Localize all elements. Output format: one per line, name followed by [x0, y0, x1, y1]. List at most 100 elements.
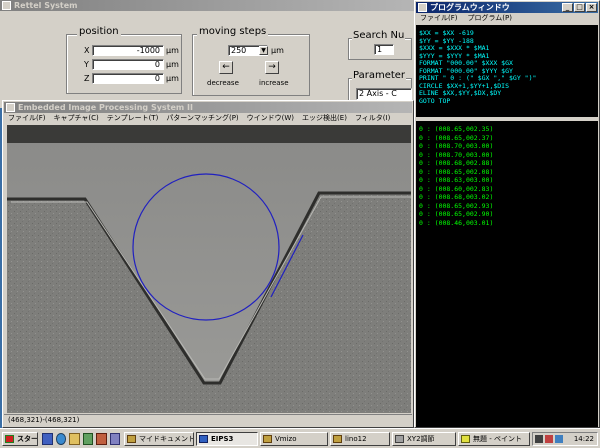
output-line: 0 : (008.65,002.37)	[419, 133, 494, 142]
position-group-title: position	[77, 26, 121, 37]
axis-x-label: X	[84, 46, 90, 55]
paint-icon	[461, 435, 470, 443]
image-window: Embedded Image Processing System II ファイル…	[2, 100, 414, 428]
image-window-titlebar[interactable]: Embedded Image Processing System II	[4, 102, 412, 113]
axis-z-field[interactable]: 0	[92, 73, 164, 84]
output-line: 0 : (008.65,002.90)	[419, 210, 494, 218]
program-output-pane[interactable]: 0 : (008.65,002.35) 0 : (008.65,002.37) …	[416, 121, 598, 427]
browser-icon[interactable]	[55, 433, 66, 445]
menu-filter[interactable]: フィルタ(I)	[355, 113, 390, 124]
program-window-title: プログラムウィンドウ	[430, 3, 510, 12]
axis-z-unit: μm	[166, 74, 179, 83]
code-line: $YYY = $YYY * $MA1	[419, 52, 490, 60]
menu-program[interactable]: プログラム(P)	[468, 13, 512, 24]
output-line: 0 : (008.46,003.01)	[419, 218, 494, 227]
tray-icon[interactable]	[545, 435, 553, 443]
main-window: Rettel System position X -1000 μm Y 0 μm…	[0, 0, 414, 108]
decrease-label: decrease	[207, 79, 239, 87]
tray-icon[interactable]	[535, 435, 543, 443]
code-line: $XXX = $XXX * $MA1	[419, 45, 490, 52]
menu-pattern-matching[interactable]: パターンマッチング(P)	[166, 113, 238, 124]
close-button[interactable]: ×	[586, 3, 597, 12]
clock[interactable]: 14:22	[574, 434, 594, 444]
media-icon[interactable]	[82, 433, 93, 445]
program-window-icon	[418, 3, 427, 12]
image-dark-top	[7, 125, 411, 143]
search-number-select[interactable]: 1	[374, 44, 394, 55]
step-unit: μm	[271, 46, 284, 55]
task-my-documents[interactable]: マイドキュメント	[124, 432, 194, 446]
axis-y-field[interactable]: 0	[92, 59, 164, 70]
task-lino12[interactable]: lino12	[330, 432, 390, 446]
code-line: FORMAT "000.00" $YYY $GY	[419, 67, 513, 75]
menu-file[interactable]: ファイル(F)	[8, 113, 46, 124]
app-shortcut-icon[interactable]	[109, 433, 120, 445]
step-select-dropdown[interactable]: ▼	[259, 46, 268, 55]
program-code-pane[interactable]: $XX = $XX -619 $YY = $YY -188 $XXX = $XX…	[416, 25, 598, 117]
menu-window[interactable]: ウインドウ(W)	[247, 113, 294, 124]
output-line: 0 : (008.65,002.08)	[419, 167, 494, 176]
task-eips3[interactable]: EIPS3	[196, 432, 258, 446]
code-line: FORMAT "000.00" $XXX $GX	[419, 60, 513, 67]
code-line: PRINT " 0 : (" $GX "," $GY ")"	[419, 75, 537, 82]
windows-logo-icon	[5, 435, 14, 443]
parameter-select[interactable]: 2 Axis - C	[356, 88, 412, 100]
camera-image[interactable]	[7, 125, 411, 413]
cursor-coordinates: (468,321)-(468,321)	[8, 416, 80, 424]
image-statusbar: (468,321)-(468,321)	[4, 414, 412, 426]
axis-x-field[interactable]: -1000	[92, 45, 164, 56]
app-window-icon	[395, 435, 404, 443]
menu-template[interactable]: テンプレート(T)	[107, 113, 159, 124]
axis-x-unit: μm	[166, 46, 179, 55]
image-window-icon	[6, 103, 15, 112]
start-button[interactable]: スタート	[2, 432, 38, 446]
increase-button[interactable]: →	[265, 61, 279, 74]
taskbar: スタート マイドキュメント EIPS3 Vmizo lino12 XY2調節 無…	[0, 428, 600, 448]
decrease-button[interactable]: ←	[219, 61, 233, 74]
app-icon	[2, 1, 11, 10]
output-line: 0 : (008.65,002.93)	[419, 201, 494, 210]
quick-launch	[42, 433, 120, 445]
main-window-titlebar[interactable]: Rettel System	[0, 0, 414, 11]
increase-label: increase	[259, 79, 289, 87]
app-shortcut-icon[interactable]	[96, 433, 107, 445]
code-line: $YY = $YY -188	[419, 37, 474, 45]
output-line: 0 : (008.60,002.83)	[419, 184, 494, 193]
menu-file[interactable]: ファイル(F)	[420, 13, 458, 24]
menu-edge-detection[interactable]: エッジ検出(E)	[302, 113, 347, 124]
axis-y-unit: μm	[166, 60, 179, 69]
output-line: 0 : (008.68,002.88)	[419, 159, 494, 167]
axis-y-label: Y	[84, 60, 89, 69]
folder-icon	[127, 435, 136, 443]
app-window-icon	[199, 435, 208, 443]
parameter-group-title: Parameter	[352, 70, 407, 81]
main-window-title: Rettel System	[14, 1, 78, 10]
folder-icon	[263, 435, 272, 443]
moving-steps-title: moving steps	[197, 26, 269, 37]
code-line: $XX = $XX -619	[419, 30, 474, 37]
task-xy2[interactable]: XY2調節	[392, 432, 456, 446]
program-menubar: ファイル(F) プログラム(P)	[416, 13, 598, 24]
show-desktop-icon[interactable]	[42, 433, 53, 445]
task-paint[interactable]: 無題 - ペイント	[458, 432, 530, 446]
image-menubar: ファイル(F) キャプチャ(C) テンプレート(T) パターンマッチング(P) …	[4, 113, 412, 124]
axis-z-label: Z	[84, 74, 90, 83]
folder-icon	[333, 435, 342, 443]
program-window: プログラムウィンドウ _ □ × ファイル(F) プログラム(P) $XX = …	[414, 0, 600, 428]
maximize-button[interactable]: □	[574, 3, 585, 12]
output-line: 0 : (008.70,003.00)	[419, 150, 494, 159]
mail-icon[interactable]	[69, 433, 80, 445]
output-line: 0 : (008.63,003.00)	[419, 176, 494, 184]
minimize-button[interactable]: _	[562, 3, 573, 12]
code-line: ELINE $XX,$YY,$DX,$DY	[419, 90, 502, 97]
menu-capture[interactable]: キャプチャ(C)	[54, 113, 99, 124]
code-line: CIRCLE $XX+1,$YY+1,$DIS	[419, 82, 510, 90]
output-line: 0 : (008.68,003.02)	[419, 193, 494, 201]
tray-icon[interactable]	[555, 435, 563, 443]
system-tray: 14:22	[532, 432, 598, 446]
code-line: GOTO TOP	[419, 97, 451, 105]
image-window-title: Embedded Image Processing System II	[18, 103, 193, 112]
program-window-titlebar[interactable]: プログラムウィンドウ _ □ ×	[416, 2, 598, 13]
task-vmizo[interactable]: Vmizo	[260, 432, 328, 446]
output-line: 0 : (008.70,003.00)	[419, 142, 494, 150]
